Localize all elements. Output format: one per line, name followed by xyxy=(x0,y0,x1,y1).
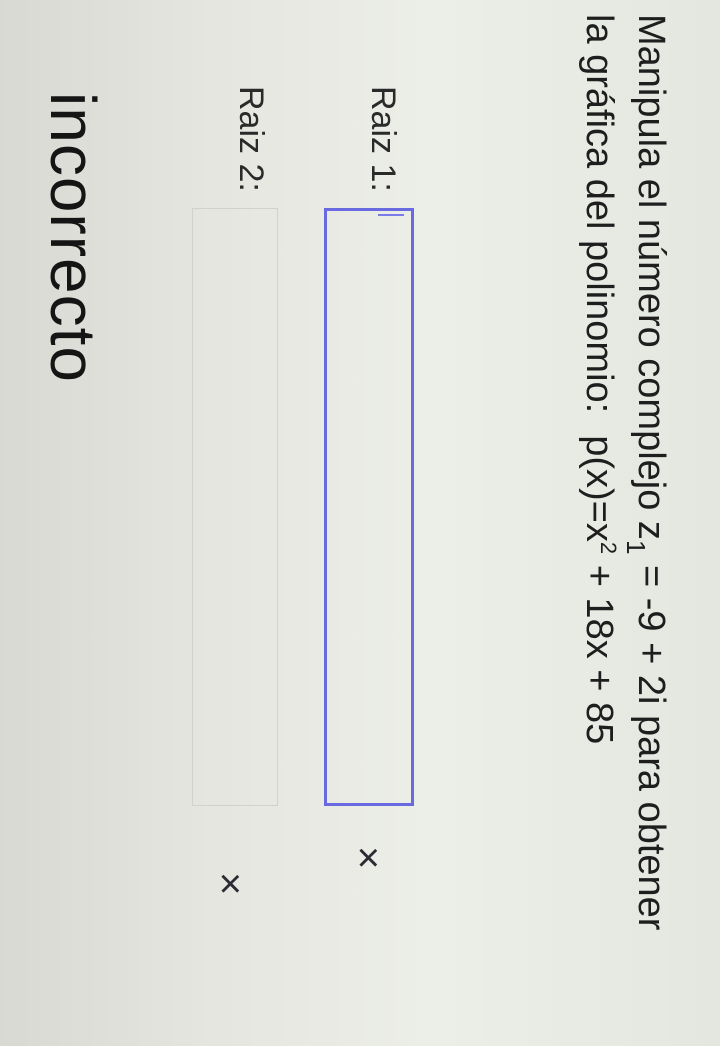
root2-label: Raiz 2: xyxy=(232,86,270,192)
polynomial-base: p(x)=x xyxy=(578,435,620,542)
question-text-2: la gráfica del polinomio: xyxy=(578,14,620,414)
complex-number-value: = -9 + 2i para obtener xyxy=(630,564,672,931)
incorrect-mark-icon: × xyxy=(346,846,390,870)
incorrect-mark-icon: × xyxy=(208,872,252,896)
root1-input[interactable] xyxy=(324,208,414,806)
root2-input[interactable] xyxy=(192,208,278,806)
question-text: Manipula el número complejo z xyxy=(630,14,672,540)
question-panel: Manipula el número complejo z1 = -9 + 2i… xyxy=(0,0,720,1046)
question-line-2: la gráfica del polinomio: p(x)=x2 + 18x +… xyxy=(577,14,621,745)
polynomial-exponent: 2 xyxy=(596,541,621,555)
question-line-1: Manipula el número complejo z1 = -9 + 2i… xyxy=(621,14,672,931)
z-subscript: 1 xyxy=(621,539,651,555)
polynomial-rest: + 18x + 85 xyxy=(578,564,620,745)
feedback-message: incorrecto xyxy=(37,92,109,383)
text-caret xyxy=(378,214,404,216)
root1-label: Raiz 1: xyxy=(364,86,402,192)
